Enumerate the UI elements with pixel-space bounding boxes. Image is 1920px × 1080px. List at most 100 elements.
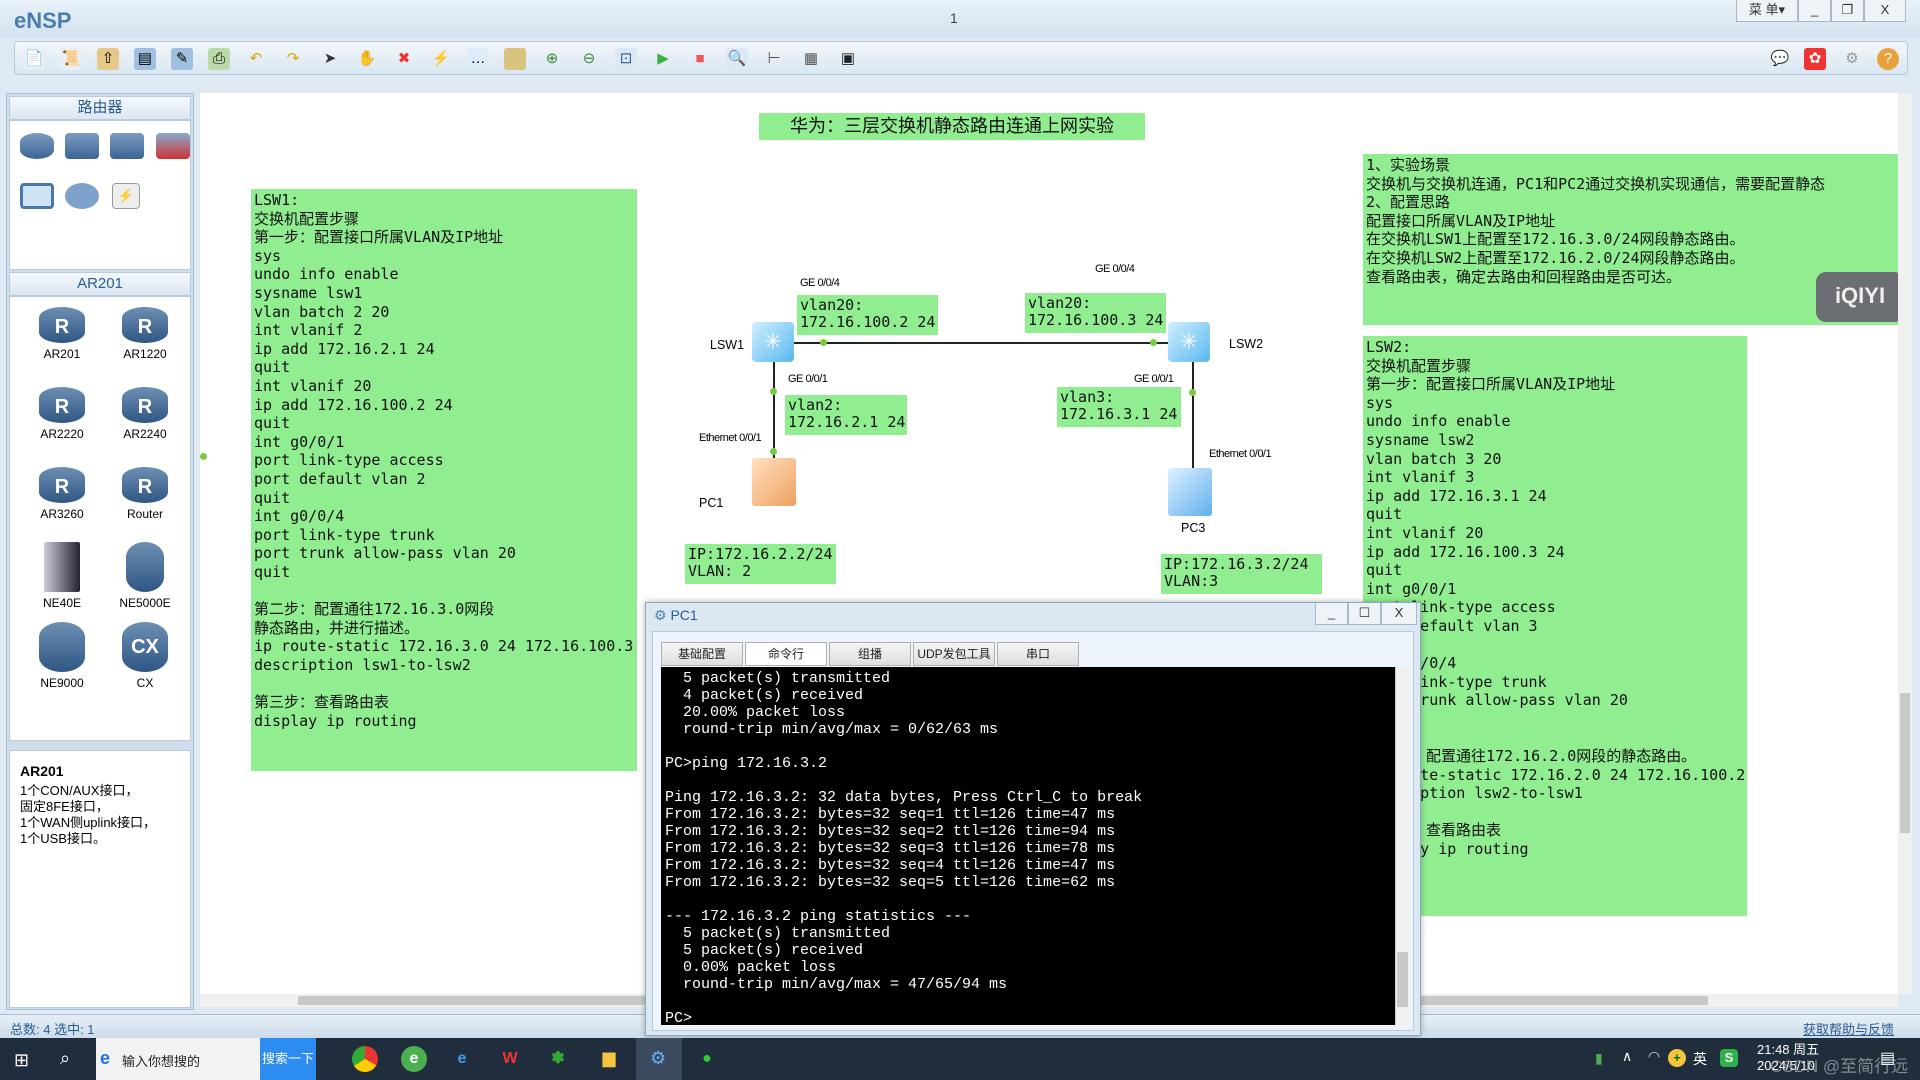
close-button[interactable]: X [1381, 603, 1417, 625]
security-icon[interactable]: + [1668, 1049, 1686, 1067]
tab-multicast[interactable]: 组播 [829, 642, 911, 666]
scrollbar-thumb[interactable] [1397, 952, 1408, 1007]
switch-lsw1-icon[interactable]: ✳ [752, 322, 794, 362]
windows-start-icon[interactable]: ⊞ [14, 1050, 29, 1071]
pan-hand-icon[interactable]: ✋ [356, 48, 378, 70]
device-ar1220[interactable]: R AR1220 [105, 307, 185, 361]
wps-icon[interactable]: W [497, 1046, 523, 1072]
port-status-dot [820, 339, 827, 346]
lsw2-vlan3-note[interactable]: vlan3: 172.16.3.1 24 [1057, 387, 1181, 427]
pc1-ip-note[interactable]: IP:172.16.2.2/24 VLAN: 2 [685, 544, 836, 584]
topology-icon[interactable]: ⊢ [763, 48, 785, 70]
sogou-icon[interactable]: S [1720, 1049, 1738, 1067]
tab-udp-tool[interactable]: UDP发包工具 [913, 642, 995, 666]
terminal-scrollbar[interactable] [1395, 667, 1409, 1025]
link-lsw1-lsw2[interactable] [792, 342, 1192, 344]
chrome-icon[interactable] [352, 1046, 378, 1072]
tab-command-line[interactable]: 命令行 [745, 642, 827, 666]
device-ne9000[interactable]: NE9000 [22, 622, 102, 690]
usb-icon[interactable]: ▮ [1595, 1050, 1603, 1067]
stop-icon[interactable]: ■ [689, 48, 711, 70]
vertical-scrollbar[interactable] [1898, 93, 1912, 994]
maximize-button[interactable]: ☐ [1348, 603, 1381, 625]
pc3-icon[interactable] [1168, 468, 1212, 516]
selection-count: 总数: 4 选中: 1 [10, 1022, 95, 1037]
device-ne5000e[interactable]: NE5000E [105, 542, 185, 610]
link-lsw2-pc3[interactable] [1192, 361, 1194, 476]
text-comment-icon[interactable]: … [467, 48, 489, 70]
open-icon[interactable]: ⇧ [97, 48, 119, 70]
lsw1-vlan2-note[interactable]: vlan2: 172.16.2.1 24 [785, 395, 907, 435]
device-ar2240[interactable]: R AR2240 [105, 387, 185, 441]
app-icon[interactable]: ✽ [545, 1046, 571, 1072]
tab-basic-config[interactable]: 基础配置 [661, 642, 743, 666]
device-ar201[interactable]: R AR201 [22, 307, 102, 361]
save-icon[interactable]: ▤ [134, 48, 156, 70]
pc1-icon[interactable] [752, 458, 796, 506]
lsw2-vlan20-note[interactable]: vlan20: 172.16.100.3 24 [1025, 293, 1166, 333]
print-icon[interactable]: ⎙ [208, 48, 230, 70]
file-explorer-icon[interactable]: ▆ [596, 1046, 622, 1072]
menu-button[interactable]: 菜 单▾ [1736, 0, 1798, 22]
lsw1-vlan20-note[interactable]: vlan20: 172.16.100.2 24 [797, 295, 938, 335]
pc1-console-window[interactable]: ⚙ PC1 _ ☐ X 基础配置 命令行 组播 UDP发包工具 串口 5 pac… [645, 602, 1421, 1036]
pc3-ip-note[interactable]: IP:172.16.3.2/24 VLAN:3 [1161, 554, 1322, 594]
chevron-up-icon[interactable]: ∧ [1622, 1048, 1632, 1065]
port-status-dot [1189, 389, 1196, 396]
terminal-output[interactable]: 5 packet(s) transmitted 4 packet(s) rece… [661, 667, 1395, 1025]
wifi-icon[interactable]: ◠ [1648, 1048, 1660, 1065]
restore-button[interactable]: ❐ [1831, 0, 1864, 22]
start-icon[interactable]: ▶ [652, 48, 674, 70]
wechat-icon[interactable]: ● [694, 1046, 720, 1072]
device-router[interactable]: R Router [105, 467, 185, 521]
fit-icon[interactable]: ⊡ [615, 48, 637, 70]
switch-lsw2-icon[interactable]: ✳ [1168, 322, 1210, 362]
delete-link-icon[interactable]: ⚡ [430, 48, 452, 70]
minimize-button[interactable]: _ [1315, 603, 1348, 625]
undo-icon[interactable]: ↶ [245, 48, 267, 70]
edge-icon[interactable]: e [449, 1046, 475, 1072]
scrollbar-thumb[interactable] [1900, 693, 1910, 833]
chat-icon[interactable]: 💬 [1769, 48, 1791, 70]
firewall-category-icon[interactable] [156, 133, 190, 159]
lab-title[interactable]: 华为：三层交换机静态路由连通上网实验 [759, 113, 1145, 140]
capture-icon[interactable]: 🔍 [726, 48, 748, 70]
search-input[interactable]: e 输入你想搜的 [96, 1038, 260, 1080]
close-button[interactable]: X [1864, 0, 1906, 22]
grid-icon[interactable]: ▦ [800, 48, 822, 70]
device-ne40e[interactable]: NE40E [22, 542, 102, 610]
link-category-icon[interactable]: ⚡ [112, 183, 140, 209]
pc-category-icon[interactable] [20, 183, 54, 209]
help-feedback-link[interactable]: 获取帮助与反馈 [1803, 1019, 1894, 1038]
ime-indicator[interactable]: 英 [1693, 1049, 1707, 1069]
device-ar3260[interactable]: R AR3260 [22, 467, 102, 521]
ensp-taskbar-item[interactable]: ⚙ [636, 1038, 682, 1080]
notification-icon[interactable]: ▤ [1880, 1048, 1895, 1068]
category-header: 路由器 [9, 96, 191, 120]
zoom-out-icon[interactable]: ⊖ [578, 48, 600, 70]
device-cx[interactable]: CX CX [105, 622, 185, 690]
switch-category-icon[interactable] [65, 133, 99, 159]
settings-icon[interactable]: ⚙ [1841, 48, 1863, 70]
tab-serial[interactable]: 串口 [997, 642, 1079, 666]
help-icon[interactable]: ? [1877, 48, 1899, 70]
minimize-button[interactable]: _ [1798, 0, 1831, 22]
delete-icon[interactable]: ✖ [393, 48, 415, 70]
device-ar2220[interactable]: R AR2220 [22, 387, 102, 441]
router-category-icon[interactable] [20, 133, 54, 159]
wlan-category-icon[interactable] [110, 133, 144, 159]
select-icon[interactable]: ➤ [319, 48, 341, 70]
search-icon[interactable]: ⌕ [60, 1048, 70, 1069]
new-lab-icon[interactable]: 📜 [60, 48, 82, 70]
console-icon[interactable]: ▣ [837, 48, 859, 70]
redo-icon[interactable]: ↷ [282, 48, 304, 70]
cloud-category-icon[interactable] [65, 183, 99, 209]
save-as-icon[interactable]: ✎ [171, 48, 193, 70]
new-topology-icon[interactable]: 📄 [23, 48, 45, 70]
browser-360-icon[interactable]: e [401, 1046, 427, 1072]
search-button[interactable]: 搜索一下 [260, 1038, 316, 1080]
zoom-in-icon[interactable]: ⊕ [541, 48, 563, 70]
shape-icon[interactable] [504, 48, 526, 70]
huawei-icon[interactable]: ✿ [1804, 48, 1826, 70]
lsw1-notes[interactable]: LSW1: 交换机配置步骤 第一步：配置接口所属VLAN及IP地址 sys un… [251, 189, 637, 771]
